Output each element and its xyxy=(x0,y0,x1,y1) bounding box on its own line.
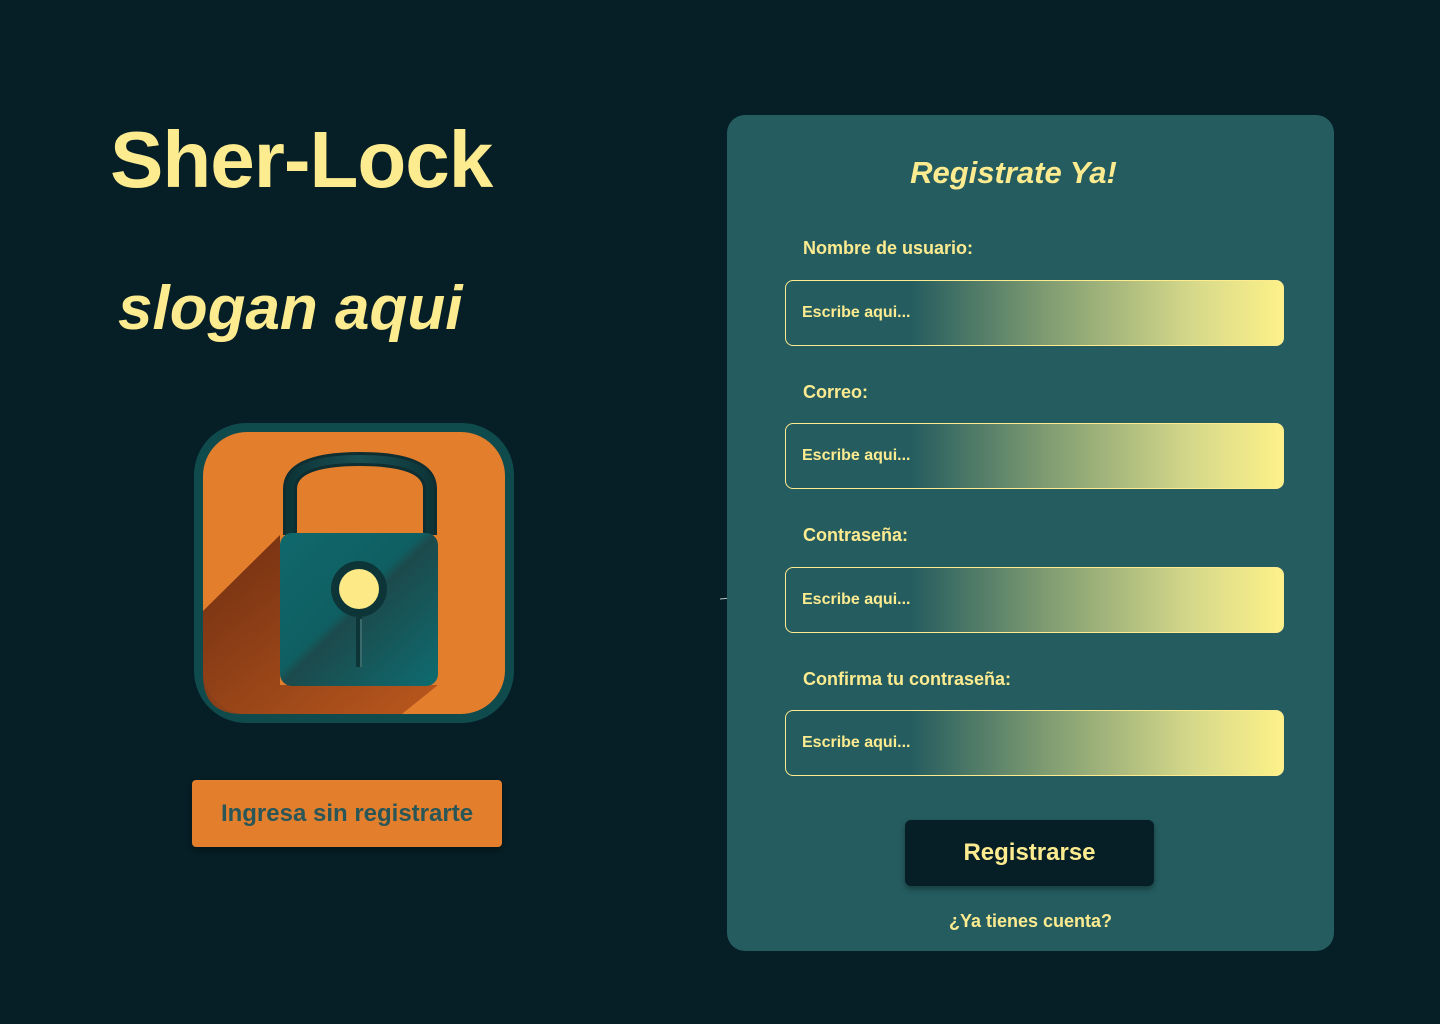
password-input[interactable] xyxy=(785,567,1284,633)
padlock-magnifier-icon xyxy=(194,423,514,723)
login-link[interactable]: ¿Ya tienes cuenta? xyxy=(727,911,1334,932)
email-input[interactable] xyxy=(785,423,1284,489)
confirm-password-label: Confirma tu contraseña: xyxy=(803,669,1012,689)
app-title: Sher-Lock xyxy=(110,115,493,204)
register-title: Registrate Ya! xyxy=(910,155,1117,190)
email-label: Correo: xyxy=(803,382,869,402)
confirm-password-input[interactable] xyxy=(785,710,1284,776)
username-label: Nombre de usuario: xyxy=(803,238,974,258)
guest-login-button[interactable]: Ingresa sin registrarte xyxy=(192,780,502,847)
username-input[interactable] xyxy=(785,280,1284,346)
register-button[interactable]: Registrarse xyxy=(905,820,1154,886)
slogan: slogan aqui xyxy=(118,274,463,343)
password-label: Contraseña: xyxy=(803,525,909,545)
